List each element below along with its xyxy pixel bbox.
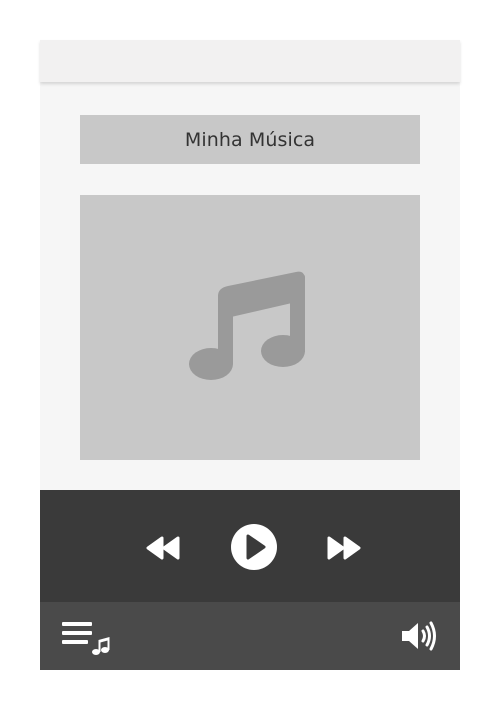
track-title: Minha Música <box>184 128 316 151</box>
volume-icon <box>402 621 436 651</box>
volume-button[interactable] <box>400 620 440 656</box>
playlist-button[interactable] <box>62 622 112 662</box>
album-art <box>80 195 420 460</box>
fast-forward-icon <box>327 536 361 560</box>
playlist-icon <box>62 622 110 655</box>
rewind-icon <box>146 536 180 560</box>
play-icon <box>231 524 277 570</box>
playback-controls <box>40 490 460 602</box>
music-player: Minha Música <box>40 40 460 670</box>
music-note-icon <box>189 271 305 380</box>
next-button[interactable] <box>326 535 362 565</box>
play-button[interactable] <box>230 523 278 575</box>
top-bar <box>40 40 460 82</box>
track-title-box: Minha Música <box>80 115 420 164</box>
previous-button[interactable] <box>145 535 181 565</box>
bottom-bar <box>40 602 460 670</box>
